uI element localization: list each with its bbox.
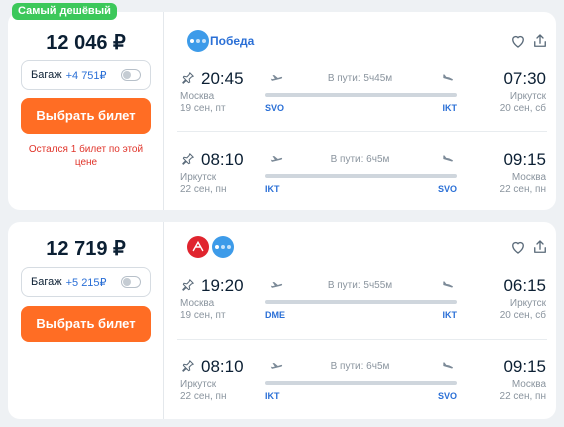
departure-date: 22 сен, пн	[180, 184, 227, 195]
flight-segment[interactable]: 08:10 Иркутск 22 сен, пн В пути: 6ч5м IK…	[165, 357, 556, 427]
pobeda-logo	[187, 30, 209, 52]
arrival-date: 20 сен, сб	[499, 103, 546, 114]
arrival-city: Москва	[511, 172, 546, 183]
departure-airport-code: DME	[265, 310, 285, 320]
arrival-airport-code: IKT	[442, 103, 458, 113]
flight-segment[interactable]: 20:45 Москва 19 сен, пт В пути: 5ч45м SV…	[165, 69, 556, 139]
flight-duration: В пути: 6ч5м	[330, 361, 390, 372]
departure-time: 20:45	[201, 69, 244, 88]
arrival-date: 22 сен, пн	[499, 184, 546, 195]
landing-icon	[442, 74, 454, 83]
departure-time: 08:10	[201, 150, 244, 169]
flight-segment[interactable]: 19:20 Москва 19 сен, пт В пути: 5ч55м DM…	[165, 276, 556, 346]
offer-price: 12 046 ₽	[46, 32, 126, 54]
arrival-time: 09:15	[503, 357, 546, 376]
select-ticket-button[interactable]: Выбрать билет	[21, 306, 151, 342]
arrival-airport-code: SVO	[437, 184, 457, 194]
flight-duration: В пути: 5ч55м	[327, 280, 393, 291]
departure-airport-code: SVO	[265, 103, 285, 113]
flight-track	[265, 381, 457, 385]
flight-duration: В пути: 5ч45м	[327, 73, 393, 84]
departure-time: 08:10	[201, 357, 244, 376]
flight-track	[265, 174, 457, 178]
arrival-city: Иркутск	[509, 298, 546, 309]
offer-price: 12 719 ₽	[46, 238, 126, 260]
flight-segment[interactable]: 08:10 Иркутск 22 сен, пн В пути: 6ч5м IK…	[165, 150, 556, 220]
departure-airport-code: IKT	[265, 391, 280, 401]
cheapest-badge: Самый дешёвый	[12, 3, 117, 20]
departure-city: Иркутск	[180, 172, 217, 183]
arrival-airport-code: SVO	[437, 391, 457, 401]
baggage-toggle-row[interactable]: Багаж +4 751₽	[21, 60, 151, 90]
flight-track	[265, 93, 457, 97]
arrival-city: Москва	[511, 379, 546, 390]
baggage-label: Багаж	[31, 69, 62, 81]
flight-duration: В пути: 6ч5м	[330, 154, 390, 165]
offer-itinerary: Победа 20:45 Москва 19 сен, пт В пути: 5…	[165, 12, 556, 210]
arrival-time: 07:30	[503, 69, 546, 88]
takeoff-icon	[270, 156, 283, 163]
airline-name: Победа	[210, 34, 255, 48]
arrival-date: 22 сен, пн	[499, 391, 546, 402]
departure-city: Москва	[180, 91, 215, 102]
offer-itinerary: 19:20 Москва 19 сен, пт В пути: 5ч55м DM…	[165, 222, 556, 419]
departure-airport-code: IKT	[265, 184, 280, 194]
pin-icon[interactable]	[181, 152, 195, 166]
arrival-time: 06:15	[503, 276, 546, 295]
takeoff-icon	[270, 75, 283, 82]
pobeda-logo	[212, 236, 234, 258]
share-icon[interactable]	[531, 238, 549, 256]
offer-price-panel: 12 719 ₽ Багаж +5 215₽ Выбрать билет	[8, 222, 164, 419]
tickets-left-warning: Остался 1 билет по этой цене	[28, 144, 144, 168]
arrival-airport-code: IKT	[442, 310, 458, 320]
pin-icon[interactable]	[181, 71, 195, 85]
pin-icon[interactable]	[181, 278, 195, 292]
share-icon[interactable]	[531, 32, 549, 50]
flight-track	[265, 300, 457, 304]
red-airline-logo	[187, 236, 209, 258]
heart-icon[interactable]	[509, 238, 527, 256]
departure-time: 19:20	[201, 276, 244, 295]
heart-icon[interactable]	[509, 32, 527, 50]
segment-divider	[177, 131, 547, 132]
baggage-toggle[interactable]	[121, 276, 141, 288]
baggage-toggle-row[interactable]: Багаж +5 215₽	[21, 267, 151, 297]
offer-card-2: 12 719 ₽ Багаж +5 215₽ Выбрать билет 19:…	[8, 222, 556, 419]
baggage-label: Багаж	[31, 276, 62, 288]
segment-divider	[177, 339, 547, 340]
offer-card-1: Самый дешёвый 12 046 ₽ Багаж +4 751₽ Выб…	[8, 3, 556, 210]
takeoff-icon	[270, 363, 283, 370]
departure-city: Москва	[180, 298, 215, 309]
baggage-toggle[interactable]	[121, 69, 141, 81]
baggage-price: +5 215₽	[65, 276, 107, 289]
pin-icon[interactable]	[181, 359, 195, 373]
landing-icon	[442, 362, 454, 371]
takeoff-icon	[270, 282, 283, 289]
departure-city: Иркутск	[180, 379, 217, 390]
offer-price-panel: 12 046 ₽ Багаж +4 751₽ Выбрать билет Ост…	[8, 12, 164, 210]
landing-icon	[442, 155, 454, 164]
departure-date: 19 сен, пт	[180, 103, 226, 114]
departure-date: 22 сен, пн	[180, 391, 227, 402]
departure-date: 19 сен, пт	[180, 310, 226, 321]
select-ticket-button[interactable]: Выбрать билет	[21, 98, 151, 134]
landing-icon	[442, 281, 454, 290]
arrival-city: Иркутск	[509, 91, 546, 102]
baggage-price: +4 751₽	[65, 69, 107, 82]
arrival-time: 09:15	[503, 150, 546, 169]
arrival-date: 20 сен, сб	[499, 310, 546, 321]
